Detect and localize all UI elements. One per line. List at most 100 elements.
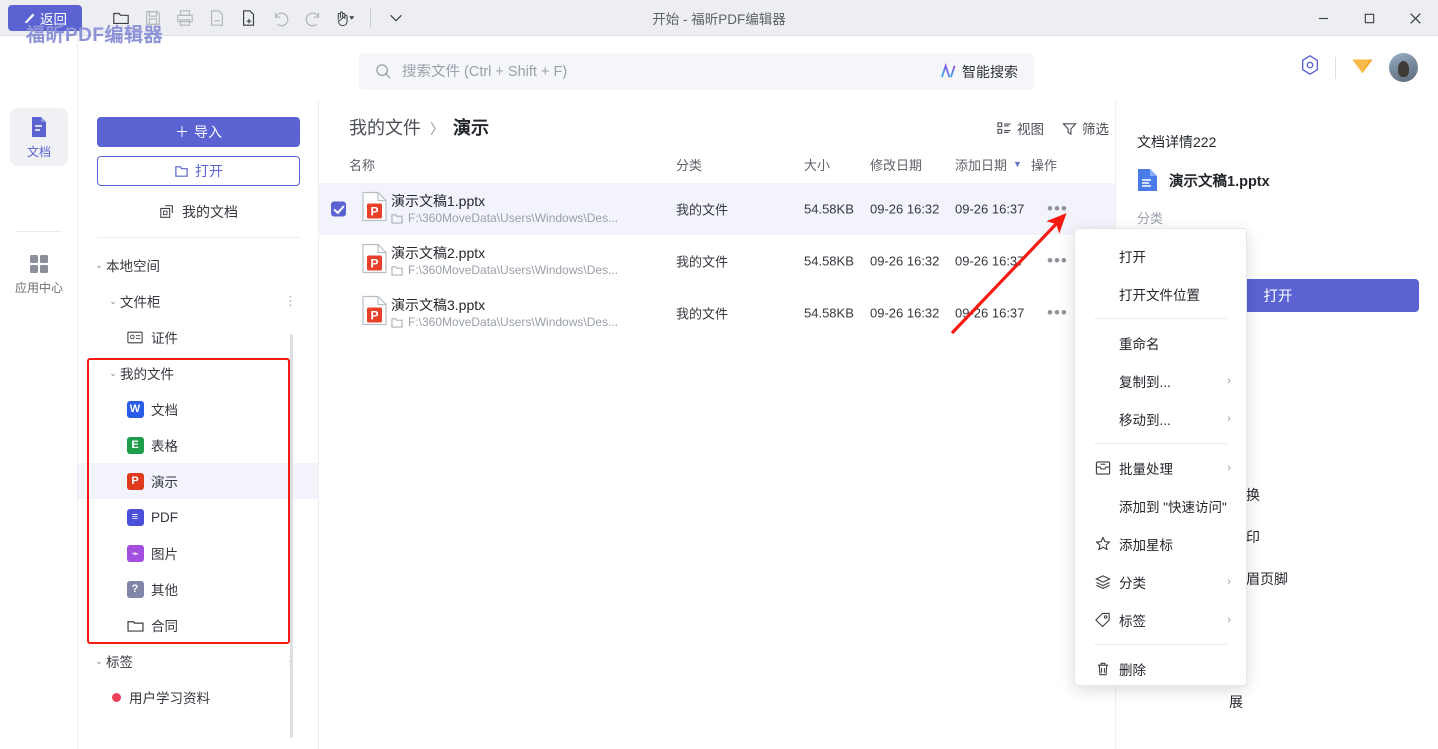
id-card-icon [126,328,144,346]
column-header-category[interactable]: 分类 [676,155,702,174]
settings-hex-icon[interactable] [1299,54,1321,81]
file-category: 我的文件 [676,254,729,270]
window-controls [1300,0,1438,36]
file-path-text: F:\360MoveData\Users\Windows\Des... [408,211,619,225]
details-file: 演示文稿1.pptx [1137,168,1270,192]
tree-label: 文档 [151,403,178,418]
folder-icon [126,616,144,634]
menu-item-tag[interactable]: 标签 › [1075,601,1246,639]
sidebar-scrollbar[interactable] [290,334,293,738]
tree-node-other[interactable]: ? 其他 [78,571,318,607]
column-header-modified[interactable]: 修改日期 [870,155,922,174]
row-more-actions-button[interactable]: ••• [1047,303,1068,323]
row-checkbox[interactable] [331,201,346,217]
chevron-down-icon[interactable] [381,4,411,32]
table-row[interactable]: P 演示文稿3.pptx F:\360MoveData\Users\Window… [319,287,1115,339]
tree-node-file-cabinet[interactable]: ⌄ 文件柜 ⋮ [78,283,318,319]
maximize-button[interactable] [1346,0,1392,36]
tree-node-more-icon[interactable]: ⋮ [284,294,297,307]
file-added: 09-26 16:37 [955,201,1025,217]
breadcrumb-parent[interactable]: 我的文件 [349,114,421,140]
menu-divider [1094,318,1227,319]
menu-divider [1094,644,1227,645]
row-more-actions-button[interactable]: ••• [1047,199,1068,219]
column-header-name[interactable]: 名称 [349,155,375,174]
file-size: 54.58KB [804,253,854,269]
details-title: 文档详情222 [1137,134,1217,150]
filter-button[interactable]: 筛选 [1062,118,1109,138]
menu-item-add-star[interactable]: 添加星标 [1075,525,1246,563]
svg-text:P: P [370,309,378,323]
search-input[interactable] [402,63,940,80]
open-button[interactable]: 打开 [97,156,300,186]
menu-item-copy-to[interactable]: 复制到... › [1075,362,1246,400]
user-avatar[interactable] [1389,53,1418,82]
hand-tool-icon[interactable] [330,4,360,32]
vip-diamond-icon[interactable] [1350,54,1375,81]
tree-label: 本地空间 [106,259,160,274]
tree-node-credentials[interactable]: 证件 [78,319,318,355]
document-icon [1138,169,1157,191]
rail-item-documents[interactable]: 文档 [10,108,68,166]
ppt-file-icon: P [362,191,388,227]
ai-search-label: 智能搜索 [962,63,1018,80]
file-name[interactable]: 演示文稿2.pptx [391,243,485,263]
table-row[interactable]: P 演示文稿1.pptx F:\360MoveData\Users\Window… [319,183,1115,235]
breadcrumb-current: 演示 [453,118,489,138]
row-more-actions-button[interactable]: ••• [1047,251,1068,271]
ai-search-button[interactable]: 智能搜索 [940,62,1018,82]
table-row[interactable]: P 演示文稿2.pptx F:\360MoveData\Users\Window… [319,235,1115,287]
tree-node-user-study-material[interactable]: 用户学习资料 [78,679,318,715]
file-modified: 09-26 16:32 [870,253,940,269]
main-content: 我的文件 〉 演示 视图 筛选 名称 分类 大小 修改日期 添加日期 ▼ 操作 … [319,100,1115,749]
menu-item-move-to[interactable]: 移动到... › [1075,400,1246,438]
column-header-size[interactable]: 大小 [804,155,830,174]
sort-indicator-icon[interactable]: ▼ [1013,159,1022,169]
tree-label: PDF [151,509,178,525]
chevron-right-icon: › [1227,413,1231,425]
menu-item-delete[interactable]: 删除 [1075,650,1246,688]
tree-node-presentations[interactable]: P 演示 [78,463,318,499]
my-documents-entry[interactable]: 我的文档 [97,197,300,227]
rail-item-app-center[interactable]: 应用中心 [10,245,68,303]
tree-node-images[interactable]: ⌁ 图片 [78,535,318,571]
tree-node-my-files[interactable]: ⌄ 我的文件 ⋮ [78,355,318,391]
tree-node-word-docs[interactable]: W 文档 [78,391,318,427]
chevron-right-icon: › [1227,375,1231,387]
icon-rail: 文档 应用中心 [0,37,78,749]
file-path: F:\360MoveData\Users\Windows\Des... [391,315,618,329]
menu-item-add-to-quick-access[interactable]: 添加到 "快速访问" [1075,487,1246,525]
menu-item-open[interactable]: 打开 [1075,237,1246,275]
tree-label: 文件柜 [120,295,161,310]
file-name[interactable]: 演示文稿3.pptx [391,295,485,315]
column-header-added[interactable]: 添加日期 [955,155,1007,174]
menu-item-batch-process[interactable]: 批量处理 › [1075,449,1246,487]
breadcrumb: 我的文件 〉 演示 [349,114,489,140]
menu-item-open-file-location[interactable]: 打开文件位置 [1075,275,1246,313]
tag-dot-icon [112,692,121,702]
tree-node-spreadsheets[interactable]: E 表格 [78,427,318,463]
rail-label-app-center: 应用中心 [14,280,63,295]
tree-node-pdf[interactable]: ≡ PDF [78,499,318,535]
rail-label-documents: 文档 [26,144,51,159]
tree-node-local-space[interactable]: ⌄ 本地空间 [78,247,318,283]
tag-icon [1094,612,1111,628]
menu-item-rename[interactable]: 重命名 [1075,324,1246,362]
tree-label: 图片 [151,547,178,562]
details-category-label: 分类 [1137,211,1164,226]
view-button[interactable]: 视图 [997,118,1044,138]
file-path-text: F:\360MoveData\Users\Windows\Des... [408,263,619,277]
file-category: 我的文件 [676,202,729,218]
file-name[interactable]: 演示文稿1.pptx [391,191,485,211]
close-button[interactable] [1392,0,1438,36]
minimize-button[interactable] [1300,0,1346,36]
column-header-actions: 操作 [1031,158,1058,173]
file-list: P 演示文稿1.pptx F:\360MoveData\Users\Window… [319,183,1115,339]
rail-divider [16,231,62,232]
tree-node-tags[interactable]: ⌄ 标签 ⋮ [78,643,318,679]
import-button[interactable]: ＋ 导入 [97,117,300,147]
tree-node-contracts[interactable]: 合同 [78,607,318,643]
menu-item-category[interactable]: 分类 › [1075,563,1246,601]
file-modified: 09-26 16:32 [870,305,940,321]
search-bar[interactable]: 智能搜索 [359,53,1034,90]
